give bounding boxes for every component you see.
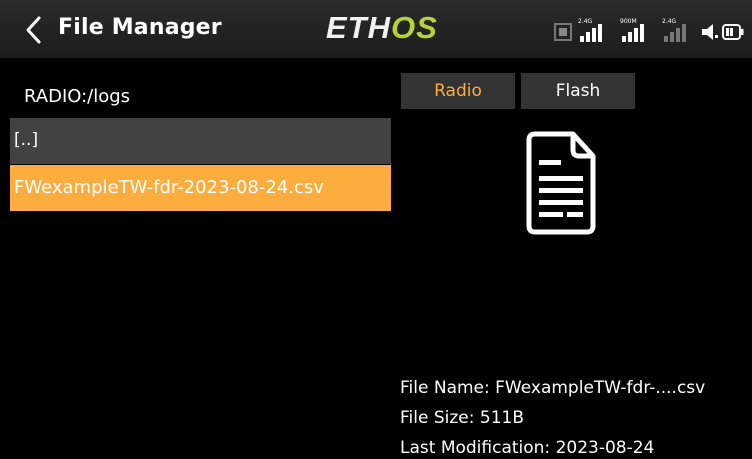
logo-suffix: OS	[391, 10, 438, 45]
file-row-selected[interactable]: FWexampleTW-fdr-2023-08-24.csv	[10, 165, 391, 211]
current-path: RADIO:/logs	[24, 86, 131, 107]
file-size-info: File Size: 511B	[400, 408, 524, 428]
file-name-label: FWexampleTW-fdr-2023-08-24.csv	[14, 177, 324, 198]
parent-directory-row[interactable]: [..]	[10, 118, 391, 164]
signal-label-3: 2.4G	[662, 18, 677, 25]
tab-radio[interactable]: Radio	[401, 73, 515, 109]
tab-flash[interactable]: Flash	[521, 73, 635, 109]
last-modification-info: Last Modification: 2023-08-24	[400, 438, 655, 458]
status-icons: 2.4G 900M 2.4G	[554, 16, 744, 44]
signal-bars-icon: 2.4G	[578, 18, 602, 42]
signal-bars-icon: 2.4G	[662, 18, 686, 42]
signal-label-1: 2.4G	[578, 18, 593, 25]
chevron-left-icon	[26, 16, 41, 44]
page-title: File Manager	[58, 15, 222, 40]
battery-icon	[722, 24, 744, 40]
file-manager-screen: File Manager ETHOS 2.4G 900M 2.4G RADIO:…	[0, 0, 752, 459]
file-list-panel: RADIO:/logs [..] FWexampleTW-fdr-2023-08…	[10, 58, 391, 459]
ethos-logo: ETHOS	[326, 10, 438, 46]
signal-label-2: 900M	[620, 18, 637, 25]
parent-directory-label: [..]	[14, 130, 39, 150]
file-name-info: File Name: FWexampleTW-fdr-....csv	[400, 378, 706, 398]
back-button[interactable]	[16, 12, 52, 48]
speaker-icon	[702, 24, 718, 40]
header-bar: File Manager ETHOS 2.4G 900M 2.4G	[0, 0, 752, 58]
file-details-panel: Radio Flash File Name: FWexampleTW-fdr-.…	[398, 58, 752, 459]
module-icon	[554, 23, 572, 41]
signal-bars-icon: 900M	[620, 18, 644, 42]
document-icon	[526, 131, 596, 235]
logo-prefix: ETH	[326, 10, 391, 45]
